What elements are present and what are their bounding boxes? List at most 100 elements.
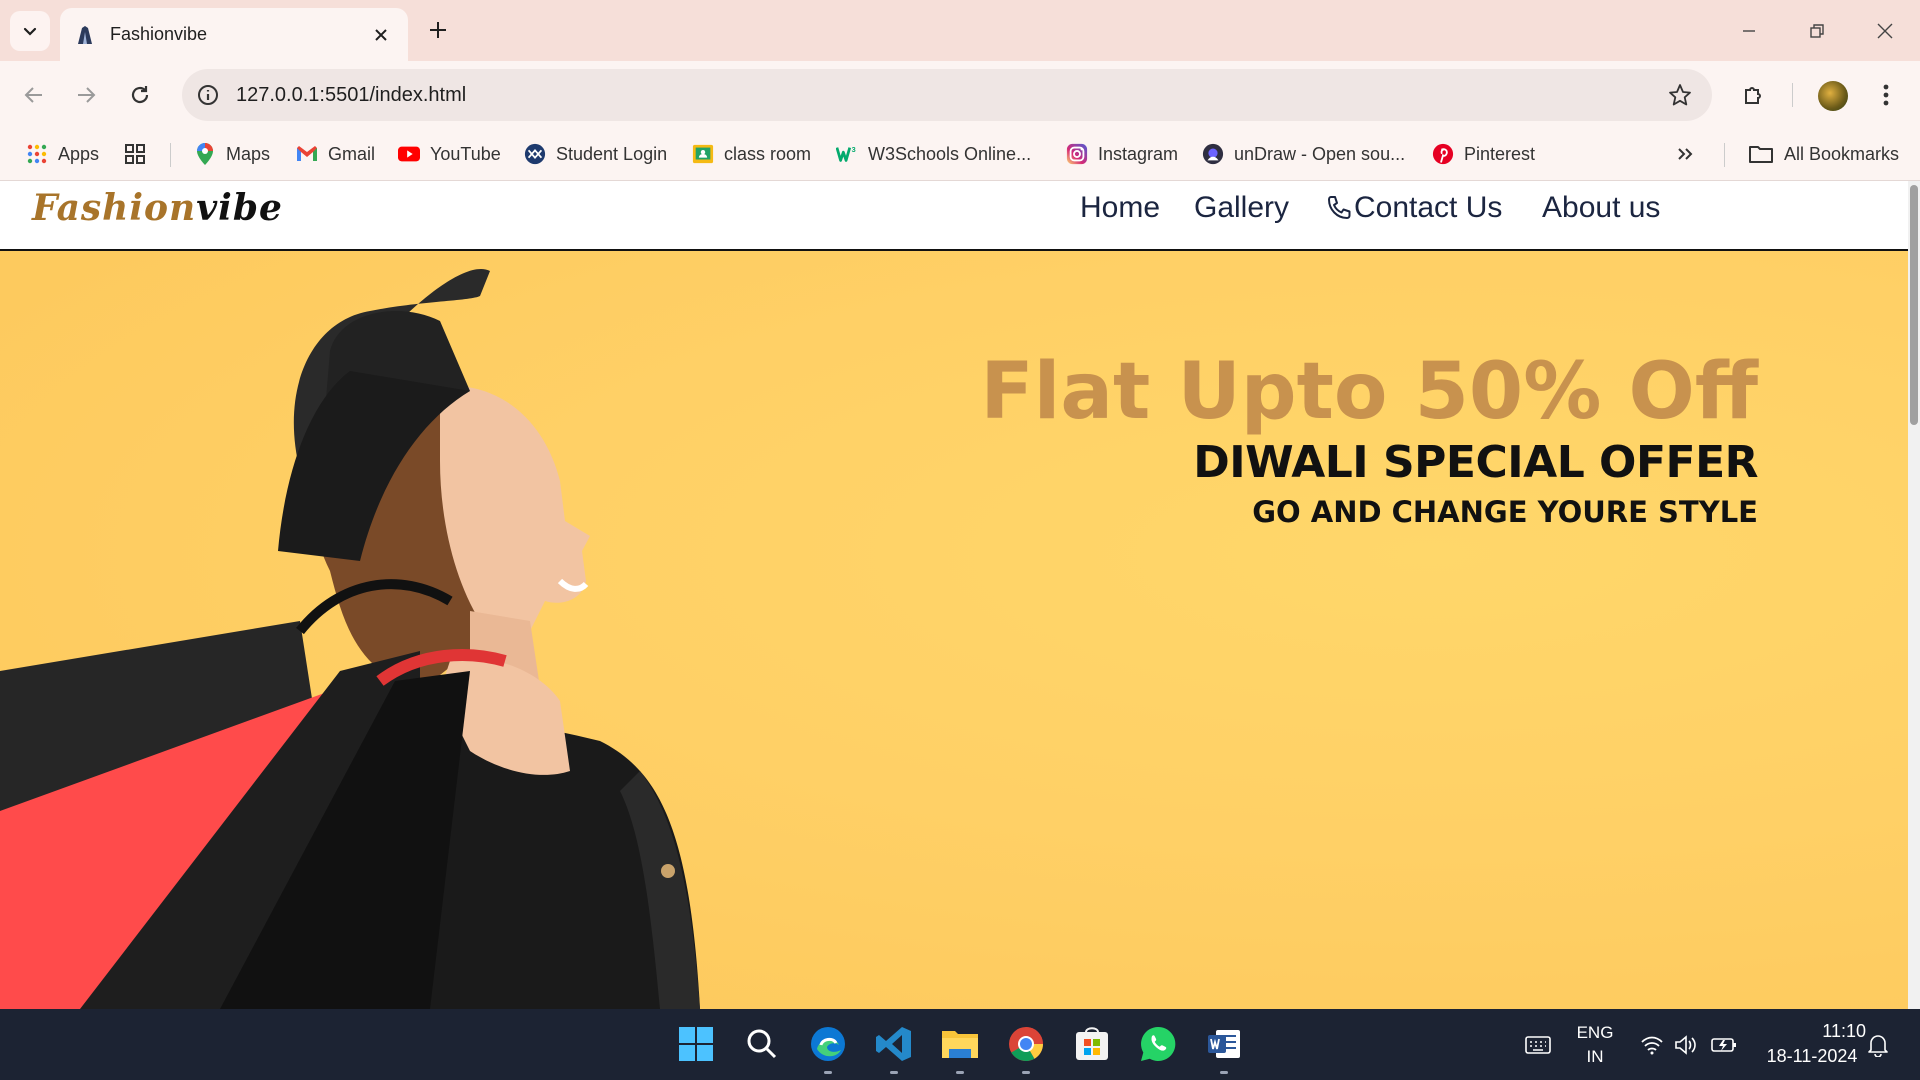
bookmark-apps[interactable]: Apps bbox=[26, 137, 99, 171]
youtube-icon bbox=[398, 143, 420, 165]
running-indicator bbox=[956, 1071, 964, 1074]
bookmark-label: Student Login bbox=[556, 143, 668, 164]
close-icon bbox=[1877, 23, 1893, 39]
whatsapp-icon bbox=[1141, 1026, 1176, 1061]
volume-icon bbox=[1675, 1035, 1696, 1055]
more-vertical-icon bbox=[1883, 84, 1889, 106]
gmail-icon bbox=[296, 143, 318, 165]
windows-start-icon bbox=[679, 1027, 713, 1061]
bookmark-label: Maps bbox=[226, 143, 271, 164]
all-bookmarks-button[interactable]: All Bookmarks bbox=[1748, 137, 1899, 171]
taskbar-microsoft-store[interactable] bbox=[1070, 1022, 1114, 1066]
bookmarks-overflow-button[interactable] bbox=[1676, 137, 1694, 171]
pinterest-icon bbox=[1432, 143, 1454, 165]
close-window-button[interactable] bbox=[1870, 16, 1900, 46]
bookmarks-divider bbox=[1724, 143, 1725, 167]
bookmark-maps[interactable]: Maps bbox=[194, 137, 270, 171]
tab-title: Fashionvibe bbox=[110, 24, 208, 44]
svg-text:3: 3 bbox=[852, 145, 856, 154]
minimize-button[interactable] bbox=[1734, 16, 1764, 46]
taskbar-chrome[interactable] bbox=[1004, 1022, 1048, 1074]
bookmark-youtube[interactable]: YouTube bbox=[398, 137, 501, 171]
page-scrollbar[interactable] bbox=[1908, 181, 1920, 1009]
chevron-double-right-icon bbox=[1678, 148, 1693, 160]
taskbar-vscode[interactable] bbox=[872, 1022, 916, 1074]
running-indicator bbox=[1220, 1071, 1228, 1074]
reload-button[interactable] bbox=[120, 75, 160, 115]
bookmark-gmail[interactable]: Gmail bbox=[296, 137, 375, 171]
bookmark-tab-groups[interactable] bbox=[124, 137, 156, 171]
nav-contact-us[interactable]: Contact Us bbox=[1326, 191, 1502, 225]
arrow-left-icon bbox=[24, 87, 42, 103]
forward-button[interactable] bbox=[66, 75, 106, 115]
language-indicator[interactable]: ENG IN bbox=[1574, 1023, 1616, 1067]
windows-taskbar: ENG IN 11:10 18-11-2024 bbox=[0, 1009, 1920, 1080]
restore-button[interactable] bbox=[1802, 16, 1832, 46]
nav-gallery[interactable]: Gallery bbox=[1194, 191, 1289, 225]
hero-tagline: GO AND CHANGE YOURE STYLE bbox=[1252, 495, 1758, 529]
close-icon bbox=[375, 28, 387, 41]
taskbar-word[interactable] bbox=[1202, 1022, 1246, 1074]
nav-label: About us bbox=[1542, 191, 1661, 224]
running-indicator bbox=[890, 1071, 898, 1074]
running-indicator bbox=[824, 1071, 832, 1074]
address-bar[interactable]: 127.0.0.1:5501/index.html bbox=[182, 69, 1712, 121]
wifi-icon bbox=[1641, 1036, 1663, 1055]
bookmark-label: class room bbox=[724, 143, 812, 164]
notifications-button[interactable] bbox=[1864, 1031, 1892, 1059]
hero-woman-shopping-image bbox=[0, 269, 700, 1009]
bookmark-label: Instagram bbox=[1098, 143, 1179, 164]
scrollbar-thumb[interactable] bbox=[1910, 185, 1918, 425]
taskbar-edge[interactable] bbox=[806, 1022, 850, 1074]
tab-search-button[interactable] bbox=[10, 11, 50, 51]
hero-title: Flat Upto 50% Off bbox=[980, 347, 1758, 437]
clock-date: 18-11-2024 bbox=[1766, 1046, 1858, 1066]
keyboard-tray-button[interactable] bbox=[1524, 1031, 1552, 1059]
active-tab[interactable]: Fashionvibe bbox=[60, 8, 408, 61]
bookmark-class-room[interactable]: class room bbox=[692, 137, 811, 171]
bookmark-w3schools[interactable]: 3 W3Schools Online... bbox=[836, 137, 1031, 171]
restore-icon bbox=[1810, 24, 1824, 38]
nav-about-us[interactable]: About us bbox=[1542, 191, 1660, 225]
nav-home[interactable]: Home bbox=[1080, 191, 1160, 225]
bookmark-label: Pinterest bbox=[1464, 143, 1536, 164]
back-button[interactable] bbox=[14, 75, 54, 115]
taskbar-search-button[interactable] bbox=[740, 1022, 784, 1066]
site-logo[interactable]: Fashionvibe bbox=[32, 187, 283, 229]
search-icon bbox=[747, 1029, 777, 1059]
profile-avatar[interactable] bbox=[1818, 81, 1848, 111]
bookmarks-bar: Apps Maps Gmail YouTube Student Login cl… bbox=[0, 129, 1920, 181]
reload-icon bbox=[131, 86, 149, 104]
tab-groups-icon bbox=[124, 143, 146, 165]
volume-tray-button[interactable] bbox=[1672, 1031, 1700, 1059]
taskbar-whatsapp[interactable] bbox=[1136, 1022, 1180, 1066]
url-text: 127.0.0.1:5501/index.html bbox=[236, 83, 467, 106]
battery-tray-button[interactable] bbox=[1710, 1031, 1738, 1059]
windows-start-button[interactable] bbox=[674, 1022, 718, 1066]
keyboard-icon bbox=[1525, 1036, 1551, 1054]
clock[interactable]: 11:10 18-11-2024 bbox=[1756, 1021, 1868, 1067]
taskbar-file-explorer[interactable] bbox=[938, 1022, 982, 1074]
bookmark-pinterest[interactable]: Pinterest bbox=[1432, 137, 1535, 171]
bookmark-label: Apps bbox=[58, 143, 100, 164]
bookmark-star-button[interactable] bbox=[1664, 79, 1696, 111]
wifi-tray-button[interactable] bbox=[1638, 1031, 1666, 1059]
bookmark-instagram[interactable]: Instagram bbox=[1066, 137, 1178, 171]
new-tab-button[interactable] bbox=[424, 16, 452, 44]
student-login-icon bbox=[524, 143, 546, 165]
bookmark-label: YouTube bbox=[430, 143, 501, 164]
undraw-icon bbox=[1202, 143, 1224, 165]
bookmarks-divider bbox=[170, 143, 171, 167]
browser-toolbar: 127.0.0.1:5501/index.html bbox=[0, 61, 1920, 129]
bookmark-undraw[interactable]: unDraw - Open sou... bbox=[1202, 137, 1405, 171]
chrome-icon bbox=[1009, 1027, 1043, 1061]
bookmark-student-login[interactable]: Student Login bbox=[524, 137, 667, 171]
browser-menu-button[interactable] bbox=[1866, 75, 1906, 115]
bookmark-label: Gmail bbox=[328, 143, 376, 164]
site-info-button[interactable] bbox=[192, 79, 224, 111]
close-tab-button[interactable] bbox=[370, 24, 392, 46]
chevron-down-icon bbox=[23, 27, 37, 36]
site-navbar: Fashionvibe Home Gallery Contact Us Abou… bbox=[0, 181, 1908, 251]
puzzle-icon bbox=[1745, 87, 1761, 104]
extensions-button[interactable] bbox=[1734, 75, 1774, 115]
